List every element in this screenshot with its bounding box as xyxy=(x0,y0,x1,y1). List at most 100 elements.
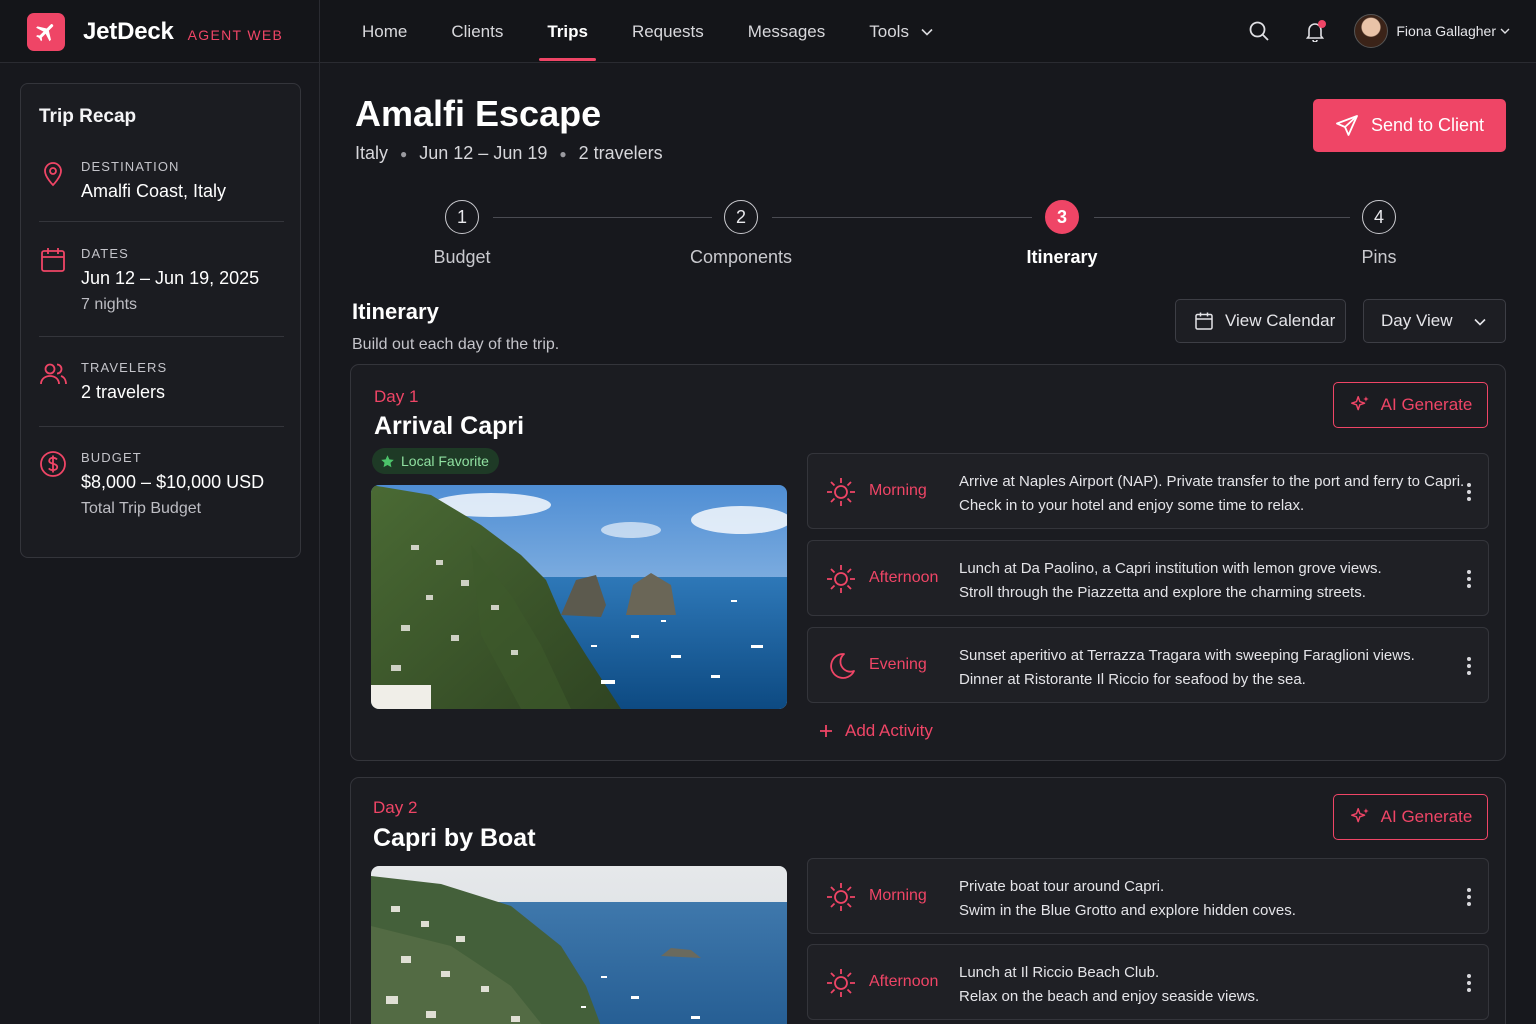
page-title: Amalfi Escape xyxy=(355,93,602,134)
activity-line: Private boat tour around Capri. xyxy=(959,878,1165,895)
trip-recap-title: Trip Recap xyxy=(39,106,137,127)
activity-afternoon[interactable]: Afternoon Lunch at Da Paolino, a Capri i… xyxy=(807,540,1489,616)
nav-home[interactable]: Home xyxy=(340,0,429,63)
travelers-value: 2 travelers xyxy=(81,382,166,402)
activity-evening[interactable]: Evening Sunset aperitivo at Terrazza Tra… xyxy=(807,627,1489,703)
day-title: Capri by Boat xyxy=(373,824,536,852)
sparkle-icon xyxy=(1350,808,1369,823)
users-icon xyxy=(40,363,67,385)
dates-value: Jun 12 – Jun 19, 2025 xyxy=(81,268,260,288)
brand-subtitle: AGENT WEB xyxy=(187,27,284,43)
separator-dot: ● xyxy=(559,146,567,161)
activity-morning[interactable]: Morning Private boat tour around Capri. … xyxy=(807,858,1489,934)
brand-name: JetDeck xyxy=(83,18,174,45)
activity-line: Swim in the Blue Grotto and explore hidd… xyxy=(959,902,1296,919)
activity-line: Relax on the beach and enjoy seaside vie… xyxy=(959,988,1260,1005)
activity-period: Morning xyxy=(869,887,927,904)
send-icon xyxy=(1336,114,1358,136)
step-connector xyxy=(772,217,1032,218)
itinerary-title: Itinerary xyxy=(352,299,439,324)
step-3-circle[interactable]: 3 xyxy=(1045,200,1079,234)
notifications-button[interactable] xyxy=(1298,14,1332,48)
step-components-label[interactable]: Components xyxy=(661,247,821,268)
sun-icon xyxy=(827,565,855,593)
view-mode-value: Day View xyxy=(1381,311,1453,330)
view-calendar-button[interactable]: View Calendar xyxy=(1175,299,1346,343)
destination-label: DESTINATION xyxy=(81,159,180,174)
nav-tools[interactable]: Tools xyxy=(847,0,955,63)
step-2-circle[interactable]: 2 xyxy=(724,200,758,234)
ai-generate-button[interactable]: AI Generate xyxy=(1333,794,1488,840)
separator-dot: ● xyxy=(400,146,408,161)
sun-icon xyxy=(827,478,855,506)
activity-line: Arrive at Naples Airport (NAP). Private … xyxy=(959,473,1465,490)
moon-icon xyxy=(830,653,855,679)
ai-generate-label: AI Generate xyxy=(1380,807,1473,826)
step-4-circle[interactable]: 4 xyxy=(1362,200,1396,234)
recap-travelers: TRAVELERS 2 travelers xyxy=(39,360,284,420)
user-name[interactable]: Fiona Gallagher xyxy=(1396,23,1496,39)
activity-period: Afternoon xyxy=(869,973,939,990)
more-options-icon[interactable] xyxy=(1462,652,1476,680)
activity-description: Lunch at Il Riccio Beach Club. Relax on … xyxy=(959,961,1259,1009)
sun-icon xyxy=(827,969,855,997)
local-favorite-badge: Local Favorite xyxy=(372,448,499,474)
nav-messages[interactable]: Messages xyxy=(726,0,847,63)
brand[interactable]: JetDeck AGENT WEB xyxy=(27,13,283,51)
add-activity-button[interactable]: Add Activity xyxy=(819,721,933,741)
activity-afternoon[interactable]: Afternoon Lunch at Il Riccio Beach Club.… xyxy=(807,944,1489,1020)
star-icon xyxy=(381,454,394,467)
divider xyxy=(39,426,284,427)
recap-destination: DESTINATION Amalfi Coast, Italy xyxy=(39,159,284,229)
dates-label: DATES xyxy=(81,246,129,261)
sparkle-icon xyxy=(1350,396,1369,411)
activity-line: Lunch at Il Riccio Beach Club. xyxy=(959,964,1160,981)
day-card-1: Day 1 Arrival Capri Local Favorite AI Ge… xyxy=(350,364,1506,761)
avatar[interactable] xyxy=(1354,14,1389,48)
activity-description: Arrive at Naples Airport (NAP). Private … xyxy=(959,470,1464,518)
travelers-label: TRAVELERS xyxy=(81,360,168,375)
ai-generate-button[interactable]: AI Generate xyxy=(1333,382,1488,428)
nav-requests[interactable]: Requests xyxy=(610,0,726,63)
step-budget-label[interactable]: Budget xyxy=(382,247,542,268)
more-options-icon[interactable] xyxy=(1462,478,1476,506)
ai-generate-label: AI Generate xyxy=(1380,395,1473,414)
budget-value: $8,000 – $10,000 USD xyxy=(81,472,265,492)
top-bar: JetDeck AGENT WEB Home Clients Trips Req… xyxy=(0,0,1536,63)
search-icon xyxy=(1249,21,1270,41)
top-right-controls: Fiona Gallagher xyxy=(1242,14,1510,48)
activity-line: Sunset aperitivo at Terrazza Tragara wit… xyxy=(959,647,1415,664)
step-itinerary-label[interactable]: Itinerary xyxy=(982,247,1142,268)
activity-morning[interactable]: Morning Arrive at Naples Airport (NAP). … xyxy=(807,453,1489,529)
more-options-icon[interactable] xyxy=(1462,565,1476,593)
day-label: Day 1 xyxy=(374,387,419,406)
nav-trips[interactable]: Trips xyxy=(525,0,610,63)
day-title: Arrival Capri xyxy=(374,412,525,440)
plane-logo-icon xyxy=(27,13,65,51)
day-card-2: Day 2 Capri by Boat AI Generate Morning … xyxy=(350,777,1506,1024)
more-options-icon[interactable] xyxy=(1462,969,1476,997)
search-button[interactable] xyxy=(1242,14,1276,48)
badge-label: Local Favorite xyxy=(401,453,489,469)
destination-value: Amalfi Coast, Italy xyxy=(81,181,227,201)
activity-period: Evening xyxy=(869,656,927,673)
activity-period: Afternoon xyxy=(869,569,939,586)
trip-travelers: 2 travelers xyxy=(578,143,663,163)
step-1-circle[interactable]: 1 xyxy=(445,200,479,234)
nav-clients[interactable]: Clients xyxy=(429,0,525,63)
activity-description: Private boat tour around Capri. Swim in … xyxy=(959,875,1296,923)
send-to-client-button[interactable]: Send to Client xyxy=(1313,99,1506,152)
nav-tools-label: Tools xyxy=(869,21,909,41)
activity-description: Sunset aperitivo at Terrazza Tragara wit… xyxy=(959,644,1415,692)
step-pins-label[interactable]: Pins xyxy=(1299,247,1459,268)
day-label: Day 2 xyxy=(373,798,418,817)
recap-dates: DATES Jun 12 – Jun 19, 2025 7 nights xyxy=(39,246,284,326)
chevron-down-icon xyxy=(921,28,933,36)
view-mode-select[interactable]: Day View xyxy=(1363,299,1506,343)
more-options-icon[interactable] xyxy=(1462,883,1476,911)
activity-line: Check in to your hotel and enjoy some ti… xyxy=(959,497,1305,514)
view-calendar-label: View Calendar xyxy=(1225,311,1336,330)
activity-description: Lunch at Da Paolino, a Capri institution… xyxy=(959,557,1382,605)
calendar-icon xyxy=(41,248,65,272)
user-menu-chevron-icon[interactable] xyxy=(1500,28,1510,35)
